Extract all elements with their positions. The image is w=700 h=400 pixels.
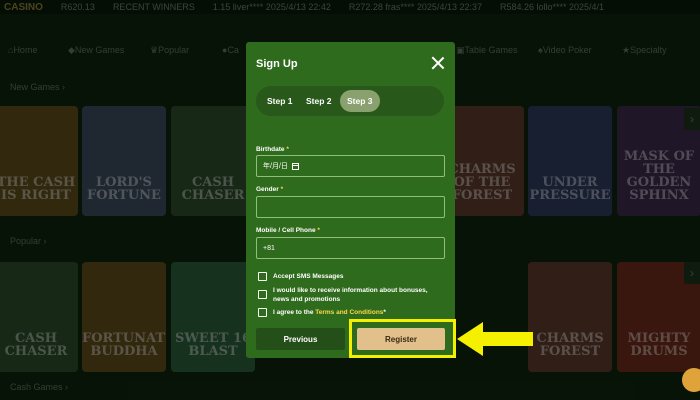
step-indicator: Step 1 Step 2 Step 3 xyxy=(256,86,444,116)
calendar-icon[interactable] xyxy=(291,162,299,170)
pointer-arrow-icon xyxy=(457,322,533,356)
birthdate-label: Birthdate * xyxy=(256,146,289,153)
promo-checkbox-row[interactable]: I would like to receive information abou… xyxy=(258,286,438,304)
gender-label: Gender * xyxy=(256,186,284,193)
step-1[interactable]: Step 1 xyxy=(260,90,300,112)
signup-modal: Sign Up Step 1 Step 2 Step 3 Birthdate *… xyxy=(246,42,455,358)
birthdate-input[interactable]: 年/月/日 xyxy=(256,155,445,177)
register-button[interactable]: Register xyxy=(357,328,445,350)
terms-checkbox[interactable] xyxy=(258,308,267,317)
sms-checkbox[interactable] xyxy=(258,272,267,281)
previous-button[interactable]: Previous xyxy=(256,328,345,350)
modal-title: Sign Up xyxy=(256,58,298,70)
terms-checkbox-row[interactable]: I agree to the Terms and Conditions* xyxy=(258,308,438,317)
gender-input[interactable] xyxy=(256,196,445,218)
sms-checkbox-row[interactable]: Accept SMS Messages xyxy=(258,272,438,281)
phone-label: Mobile / Cell Phone * xyxy=(256,227,320,234)
step-3[interactable]: Step 3 xyxy=(340,90,380,112)
phone-input[interactable]: +81 xyxy=(256,237,445,259)
chat-icon[interactable] xyxy=(682,368,700,392)
promo-checkbox[interactable] xyxy=(258,290,267,299)
terms-link[interactable]: Terms and Conditions xyxy=(315,309,383,316)
close-icon[interactable] xyxy=(431,56,445,70)
step-2[interactable]: Step 2 xyxy=(299,90,339,112)
